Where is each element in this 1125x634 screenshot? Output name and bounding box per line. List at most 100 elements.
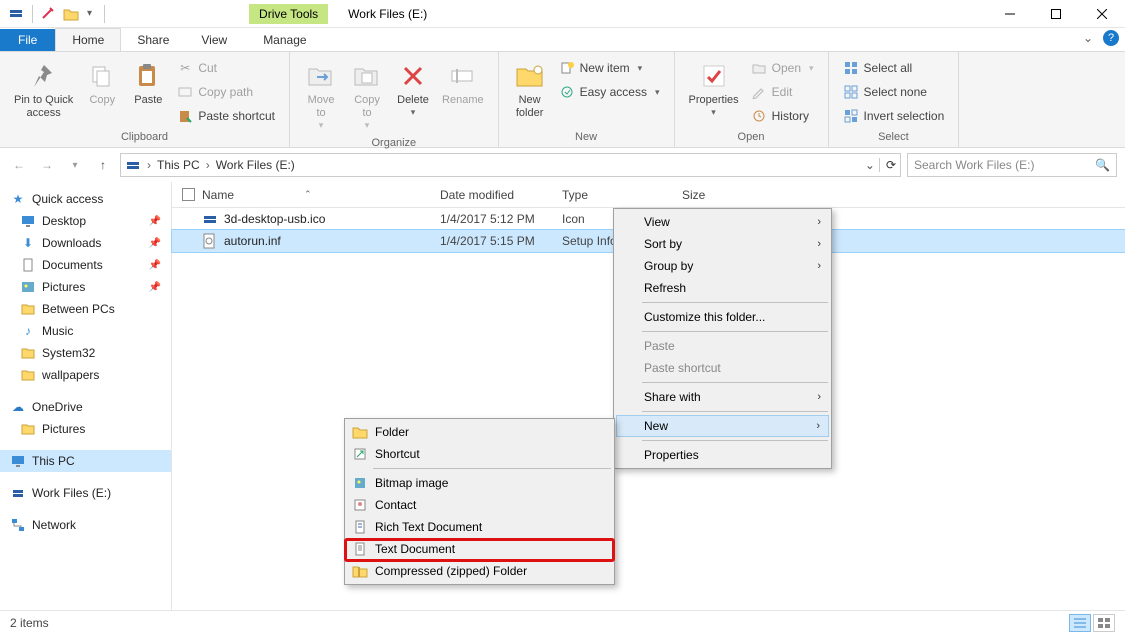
edit-button[interactable]: Edit (749, 82, 816, 102)
ribbon-group-organize: Move to▾ Copy to▾ Delete▾ Rename Organiz… (290, 52, 499, 147)
ctx-new-text-document[interactable]: Text Document (347, 538, 612, 560)
ctx-paste[interactable]: Paste (616, 335, 829, 357)
sidebar-onedrive[interactable]: ☁OneDrive (0, 396, 171, 418)
select-all-checkbox[interactable] (182, 188, 202, 201)
tab-file[interactable]: File (0, 29, 55, 51)
nav-recent-button[interactable]: ▾ (64, 154, 86, 176)
status-item-count: 2 items (10, 616, 49, 630)
sidebar-downloads[interactable]: ⬇Downloads📌 (0, 232, 171, 254)
sidebar-this-pc[interactable]: This PC (0, 450, 171, 472)
delete-button[interactable]: Delete▾ (390, 56, 436, 122)
properties-button[interactable]: Properties▾ (683, 56, 745, 122)
invert-selection-button[interactable]: Invert selection (841, 106, 947, 126)
ctx-new[interactable]: New› (616, 415, 829, 437)
tab-share[interactable]: Share (121, 29, 185, 51)
sidebar-work-files[interactable]: Work Files (E:) (0, 482, 171, 504)
column-header-type[interactable]: Type (562, 188, 682, 202)
nav-up-button[interactable]: ↑ (92, 154, 114, 176)
tab-home[interactable]: Home (55, 28, 121, 51)
easy-access-button[interactable]: Easy access▾ (557, 82, 662, 102)
search-icon[interactable]: 🔍 (1095, 158, 1110, 172)
ctx-customize[interactable]: Customize this folder... (616, 306, 829, 328)
minimize-button[interactable] (987, 0, 1033, 28)
chevron-right-icon[interactable]: › (206, 158, 210, 172)
nav-forward-button[interactable]: → (36, 154, 58, 176)
column-header-size[interactable]: Size (682, 188, 762, 202)
copy-path-button[interactable]: Copy path (175, 82, 277, 102)
tab-manage[interactable]: Manage (247, 29, 322, 51)
refresh-icon[interactable]: ⟳ (879, 158, 896, 172)
ctx-share-with[interactable]: Share with› (616, 386, 829, 408)
close-button[interactable] (1079, 0, 1125, 28)
history-button[interactable]: History (749, 106, 816, 126)
drive-icon (125, 157, 141, 173)
ctx-sort-by[interactable]: Sort by› (616, 233, 829, 255)
qa-divider (32, 5, 33, 23)
select-all-button[interactable]: Select all (841, 58, 947, 78)
minimize-ribbon-icon[interactable]: ⌄ (1083, 31, 1093, 45)
select-none-icon (843, 84, 859, 100)
ctx-view[interactable]: View› (616, 211, 829, 233)
invert-selection-icon (843, 108, 859, 124)
ctx-new-contact[interactable]: Contact (347, 494, 612, 516)
sidebar-music[interactable]: ♪Music (0, 320, 171, 342)
column-header-date[interactable]: Date modified (440, 188, 562, 202)
thumbnails-view-button[interactable] (1093, 614, 1115, 632)
details-view-button[interactable] (1069, 614, 1091, 632)
qa-properties-icon[interactable] (41, 7, 55, 21)
breadcrumb-work-files[interactable]: Work Files (E:) (216, 158, 295, 172)
folder-icon (20, 345, 36, 361)
qa-dropdown-icon[interactable]: ▾ (87, 8, 92, 19)
ctx-paste-shortcut[interactable]: Paste shortcut (616, 357, 829, 379)
folder-icon (20, 367, 36, 383)
tab-view[interactable]: View (185, 29, 243, 51)
drive-tools-tab[interactable]: Drive Tools (249, 4, 328, 24)
copy-button[interactable]: Copy (79, 56, 125, 111)
sidebar-quick-access[interactable]: ★Quick access (0, 188, 171, 210)
search-placeholder: Search Work Files (E:) (914, 158, 1034, 172)
sidebar-desktop[interactable]: Desktop📌 (0, 210, 171, 232)
open-button[interactable]: Open▾ (749, 58, 816, 78)
ctx-new-shortcut[interactable]: Shortcut (347, 443, 612, 465)
file-date: 1/4/2017 5:12 PM (440, 212, 562, 226)
qa-folder-icon[interactable] (63, 7, 79, 21)
ctx-new-bitmap[interactable]: Bitmap image (347, 472, 612, 494)
chevron-right-icon: › (817, 391, 821, 403)
sidebar-network[interactable]: Network (0, 514, 171, 536)
move-to-button[interactable]: Move to▾ (298, 56, 344, 135)
rename-button[interactable]: Rename (436, 56, 490, 111)
ctx-refresh[interactable]: Refresh (616, 277, 829, 299)
ctx-new-folder[interactable]: Folder (347, 421, 612, 443)
select-none-button[interactable]: Select none (841, 82, 947, 102)
ctx-new-rtf[interactable]: Rich Text Document (347, 516, 612, 538)
address-bar: ← → ▾ ↑ › This PC › Work Files (E:) ⌄ ⟳ … (0, 148, 1125, 182)
easy-access-icon (559, 84, 575, 100)
sidebar-wallpapers[interactable]: wallpapers (0, 364, 171, 386)
pin-to-quick-access-button[interactable]: Pin to Quick access (8, 56, 79, 124)
ctx-properties[interactable]: Properties (616, 444, 829, 466)
ribbon-label-new: New (507, 129, 666, 145)
address-dropdown-icon[interactable]: ⌄ (859, 158, 875, 172)
paste-button[interactable]: Paste (125, 56, 171, 111)
address-field[interactable]: › This PC › Work Files (E:) ⌄ ⟳ (120, 153, 901, 177)
nav-back-button[interactable]: ← (8, 154, 30, 176)
new-folder-button[interactable]: New folder (507, 56, 553, 124)
new-item-button[interactable]: New item▾ (557, 58, 662, 78)
breadcrumb-this-pc[interactable]: This PC (157, 158, 200, 172)
music-icon: ♪ (20, 323, 36, 339)
sidebar-pictures[interactable]: Pictures📌 (0, 276, 171, 298)
cut-button[interactable]: ✂Cut (175, 58, 277, 78)
ctx-group-by[interactable]: Group by› (616, 255, 829, 277)
sidebar-between-pcs[interactable]: Between PCs (0, 298, 171, 320)
ctx-new-zip[interactable]: Compressed (zipped) Folder (347, 560, 612, 582)
chevron-right-icon[interactable]: › (147, 158, 151, 172)
column-header-name[interactable]: Name⌃ (202, 188, 440, 202)
sidebar-documents[interactable]: Documents📌 (0, 254, 171, 276)
paste-shortcut-button[interactable]: Paste shortcut (175, 106, 277, 126)
help-icon[interactable]: ? (1103, 30, 1119, 46)
sidebar-system32[interactable]: System32 (0, 342, 171, 364)
search-input[interactable]: Search Work Files (E:) 🔍 (907, 153, 1117, 177)
maximize-button[interactable] (1033, 0, 1079, 28)
sidebar-onedrive-pictures[interactable]: Pictures (0, 418, 171, 440)
copy-to-button[interactable]: Copy to▾ (344, 56, 390, 135)
